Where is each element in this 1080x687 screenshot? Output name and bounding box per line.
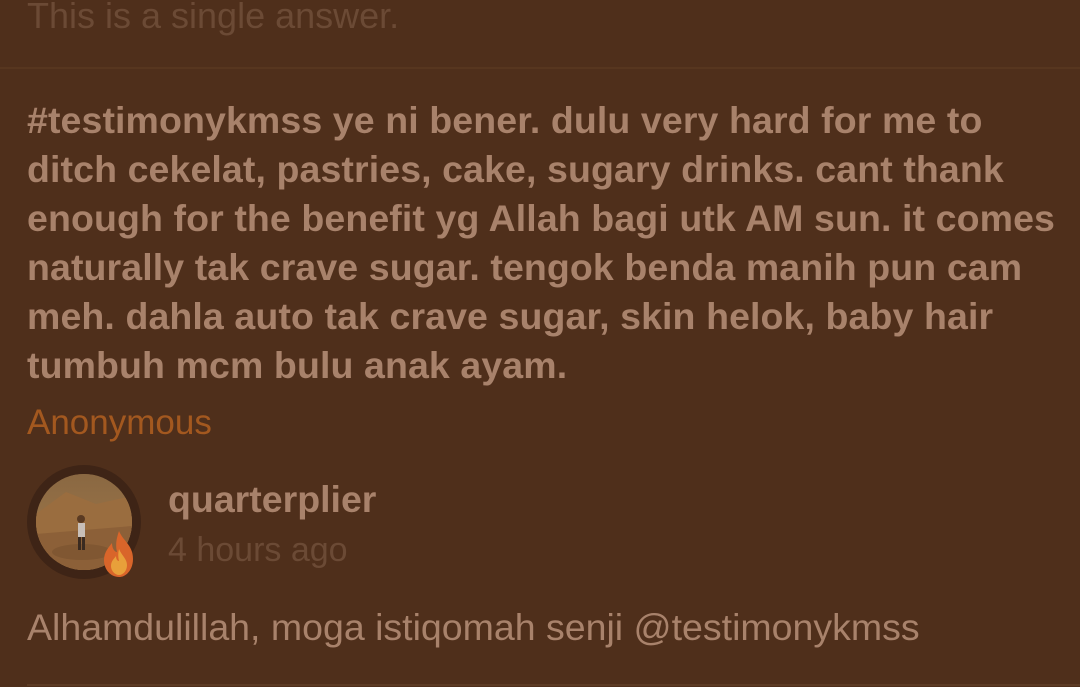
answer-text: Alhamdulillah, moga istiqomah senji @tes… — [27, 606, 920, 648]
question-text: #testimonykmss ye ni bener. dulu very ha… — [27, 99, 1055, 386]
username[interactable]: quarterplier — [168, 476, 376, 522]
divider — [0, 67, 1080, 69]
timestamp: 4 hours ago — [168, 531, 348, 569]
fire-icon — [95, 529, 143, 579]
divider — [27, 684, 1080, 686]
single-answer-note: This is a single answer. — [27, 0, 400, 36]
answer-page: This is a single answer. #testimonykmss … — [0, 0, 1080, 687]
asker-name[interactable]: Anonymous — [27, 400, 212, 446]
avatar[interactable] — [27, 465, 141, 579]
